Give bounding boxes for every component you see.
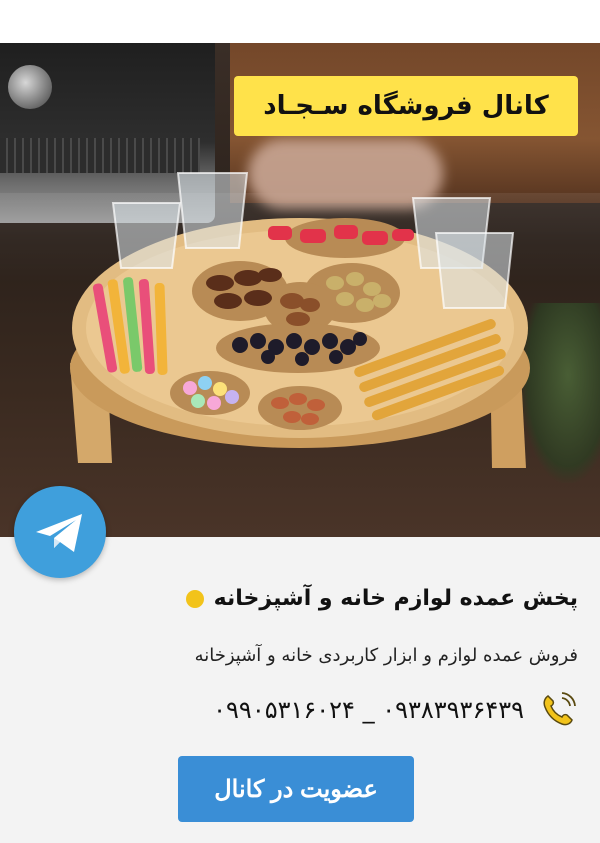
join-channel-button[interactable]: عضویت در کانال bbox=[178, 756, 414, 822]
phone-row: ۰۹۳۸۳۹۳۶۴۳۹ _ ۰۹۹۰۵۳۱۶۰۲۴ bbox=[213, 690, 578, 730]
headline-row: پخش عمده لوازم خانه و آشپزخانه bbox=[185, 586, 578, 611]
top-whitespace bbox=[0, 0, 600, 43]
channel-title-badge: کانال فروشگاه سـجـاد bbox=[234, 76, 578, 136]
headline: پخش عمده لوازم خانه و آشپزخانه bbox=[213, 586, 578, 611]
product-photo-banner: کانال فروشگاه سـجـاد bbox=[0, 43, 600, 537]
telegram-plane-glyph bbox=[36, 514, 82, 552]
phone-numbers[interactable]: ۰۹۳۸۳۹۳۶۴۳۹ _ ۰۹۹۰۵۳۱۶۰۲۴ bbox=[213, 696, 524, 724]
join-channel-label: عضویت در کانال bbox=[214, 775, 378, 803]
channel-title: کانال فروشگاه سـجـاد bbox=[263, 91, 549, 121]
phone-icon bbox=[543, 692, 576, 726]
telegram-icon[interactable] bbox=[14, 486, 106, 578]
subtitle: فروش عمده لوازم و ابزار کاربردی خانه و آ… bbox=[194, 645, 578, 666]
bullet-dot bbox=[185, 589, 204, 608]
